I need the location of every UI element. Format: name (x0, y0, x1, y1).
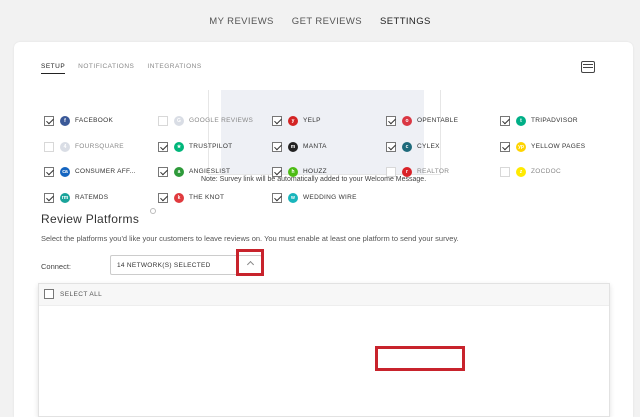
platform-name: FACEBOOK (75, 117, 114, 124)
platform-name: WEDDING WIRE (303, 194, 357, 201)
zocdoc-logo-icon: z (516, 167, 526, 177)
tripadvisor-logo-icon: t (516, 116, 526, 126)
platform-checkbox[interactable] (158, 116, 168, 126)
platform-option-cylex[interactable]: c CYLEX (386, 139, 498, 155)
platform-option-the-knot[interactable]: k THE KNOT (158, 190, 270, 206)
platform-checkbox[interactable] (158, 142, 168, 152)
platform-name: OPENTABLE (417, 117, 459, 124)
nav-my-reviews[interactable]: MY REVIEWS (209, 16, 274, 27)
section-description: Select the platforms you'd like your cus… (41, 234, 459, 243)
consumer-aff-logo-icon: ca (60, 167, 70, 177)
platform-option-zocdoc[interactable]: z ZOCDOC (500, 164, 612, 180)
survey-preview-screen (221, 90, 424, 174)
houzz-logo-icon: h (288, 167, 298, 177)
platform-option-foursquare[interactable]: 4 FOURSQUARE (44, 139, 156, 155)
opentable-highlight (375, 346, 465, 371)
platform-checkbox[interactable] (272, 142, 282, 152)
platform-option-trustpilot[interactable]: ★ TRUSTPILOT (158, 139, 270, 155)
preview-icon[interactable] (581, 61, 595, 73)
platform-checkbox[interactable] (44, 193, 54, 203)
platform-option-yelp[interactable]: y YELP (272, 113, 384, 129)
platform-name: ZOCDOC (531, 168, 561, 175)
settings-card: SETUP NOTIFICATIONS INTEGRATIONS Note: S… (14, 42, 633, 417)
platform-option-consumer-aff[interactable]: ca CONSUMER AFF... (44, 164, 156, 180)
platform-checkbox[interactable] (500, 167, 510, 177)
platform-name: TRUSTPILOT (189, 143, 233, 150)
google-reviews-logo-icon: G (174, 116, 184, 126)
platform-checkbox[interactable] (272, 193, 282, 203)
platform-checkbox[interactable] (44, 116, 54, 126)
platform-name: REALTOR (417, 168, 450, 175)
platform-checkbox[interactable] (44, 167, 54, 177)
facebook-logo-icon: f (60, 116, 70, 126)
platform-name: YELLOW PAGES (531, 143, 586, 150)
dropdown-toggle-highlight[interactable] (236, 249, 264, 276)
platform-name: MANTA (303, 143, 327, 150)
platform-name: CYLEX (417, 143, 440, 150)
tab-integrations[interactable]: INTEGRATIONS (147, 63, 201, 74)
nav-settings[interactable]: SETTINGS (380, 16, 431, 27)
platform-option-houzz[interactable]: h HOUZZ (272, 164, 384, 180)
cylex-logo-icon: c (402, 142, 412, 152)
platform-checkbox[interactable] (386, 167, 396, 177)
yellow-pages-logo-icon: yp (516, 142, 526, 152)
platforms-dropdown: SELECT ALL f FACEBOOK G GOOGLE REVIEWS y YELP… (38, 116, 610, 417)
platform-name: GOOGLE REVIEWS (189, 117, 254, 124)
platform-option-google-reviews[interactable]: G GOOGLE REVIEWS (158, 113, 270, 129)
platform-name: FOURSQUARE (75, 143, 124, 150)
select-all-option[interactable]: SELECT ALL (39, 284, 609, 306)
platform-option-facebook[interactable]: f FACEBOOK (44, 113, 156, 129)
opentable-logo-icon: o (402, 116, 412, 126)
platform-name: THE KNOT (189, 194, 225, 201)
platform-checkbox[interactable] (500, 142, 510, 152)
settings-tabs: SETUP NOTIFICATIONS INTEGRATIONS (41, 63, 202, 74)
nav-get-reviews[interactable]: GET REVIEWS (292, 16, 362, 27)
platform-name: HOUZZ (303, 168, 327, 175)
platform-name: RATEMDS (75, 194, 109, 201)
manta-logo-icon: m (288, 142, 298, 152)
ratemds-logo-icon: rm (60, 193, 70, 203)
section-title: Review Platforms (41, 212, 140, 226)
platform-option-ratemds[interactable]: rm RATEMDS (44, 190, 156, 206)
platform-name: ANGIESLIST (189, 168, 231, 175)
survey-preview-frame (208, 90, 441, 175)
platform-checkbox[interactable] (158, 167, 168, 177)
platform-option-opentable[interactable]: o OPENTABLE (386, 113, 498, 129)
angieslist-logo-icon: a (174, 167, 184, 177)
platform-name: TRIPADVISOR (531, 117, 578, 124)
trustpilot-logo-icon: ★ (174, 142, 184, 152)
select-all-checkbox[interactable] (44, 289, 54, 299)
platform-option-angieslist[interactable]: a ANGIESLIST (158, 164, 270, 180)
platform-option-manta[interactable]: m MANTA (272, 139, 384, 155)
realtor-logo-icon: r (402, 167, 412, 177)
platform-checkbox[interactable] (386, 116, 396, 126)
platform-name: CONSUMER AFF... (75, 168, 136, 175)
platform-option-tripadvisor[interactable]: t TRIPADVISOR (500, 113, 612, 129)
foursquare-logo-icon: 4 (60, 142, 70, 152)
yelp-logo-icon: y (288, 116, 298, 126)
platform-checkbox[interactable] (44, 142, 54, 152)
tab-notifications[interactable]: NOTIFICATIONS (78, 63, 134, 74)
platform-option-wedding-wire[interactable]: w WEDDING WIRE (272, 190, 384, 206)
platform-name: YELP (303, 117, 321, 124)
platform-checkbox[interactable] (272, 167, 282, 177)
help-icon[interactable] (150, 208, 156, 214)
platform-option-realtor[interactable]: r REALTOR (386, 164, 498, 180)
platform-checkbox[interactable] (386, 142, 396, 152)
platform-checkbox[interactable] (500, 116, 510, 126)
connect-label: Connect: (41, 262, 72, 271)
the-knot-logo-icon: k (174, 193, 184, 203)
platform-checkbox[interactable] (158, 193, 168, 203)
chevron-up-icon (246, 260, 255, 269)
network-select-value: 14 NETWORK(S) SELECTED (117, 262, 211, 269)
platform-checkbox[interactable] (272, 116, 282, 126)
platform-option-yellow-pages[interactable]: yp YELLOW PAGES (500, 139, 612, 155)
select-all-label: SELECT ALL (60, 291, 103, 298)
top-navigation: MY REVIEWS GET REVIEWS SETTINGS (0, 0, 640, 42)
tab-setup[interactable]: SETUP (41, 63, 66, 74)
wedding-wire-logo-icon: w (288, 193, 298, 203)
